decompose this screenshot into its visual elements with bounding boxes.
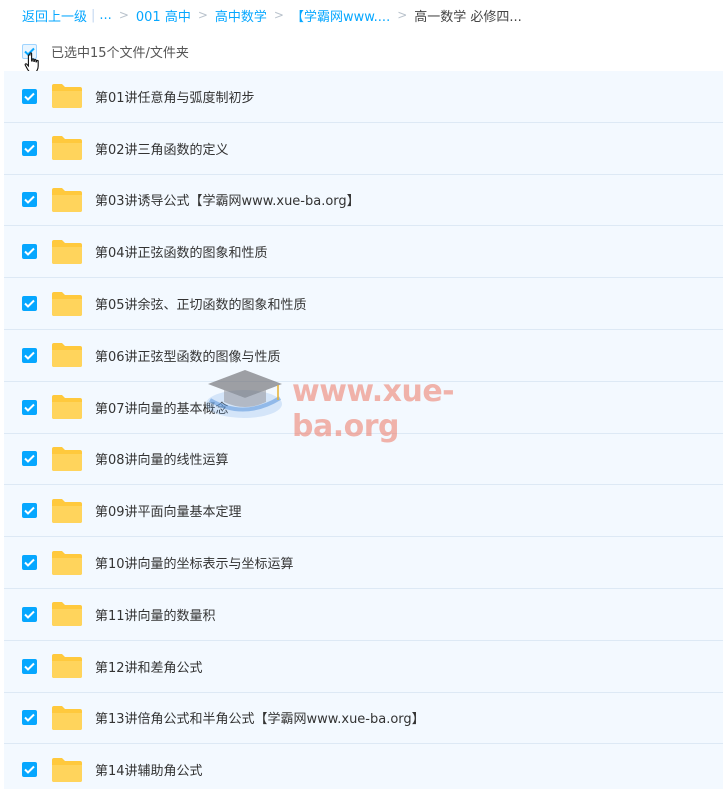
- file-name[interactable]: 第12讲和差角公式: [95, 657, 203, 676]
- folder-icon: [52, 395, 82, 420]
- folder-icon: [52, 84, 82, 109]
- row-checkbox[interactable]: [22, 762, 37, 778]
- file-row[interactable]: 第02讲三角函数的定义: [4, 122, 723, 175]
- chevron-right-icon: >: [197, 8, 208, 22]
- chevron-right-icon: >: [397, 8, 408, 22]
- breadcrumb-item-1[interactable]: 001 高中: [136, 6, 191, 25]
- file-row[interactable]: 第03讲诱导公式【学霸网www.xue-ba.org】: [4, 174, 723, 227]
- selection-bar: 已选中15个文件/文件夹: [0, 30, 723, 72]
- row-checkbox[interactable]: [22, 555, 37, 571]
- folder-icon: [52, 602, 82, 627]
- folder-icon: [52, 705, 82, 730]
- row-checkbox[interactable]: [22, 347, 37, 363]
- row-checkbox[interactable]: [22, 658, 37, 674]
- file-name[interactable]: 第07讲向量的基本概念: [95, 398, 229, 417]
- file-row[interactable]: 第12讲和差角公式: [4, 640, 723, 693]
- row-checkbox[interactable]: [22, 192, 37, 208]
- folder-icon: [52, 136, 82, 161]
- file-row[interactable]: 第01讲任意角与弧度制初步: [4, 71, 723, 123]
- row-checkbox[interactable]: [22, 140, 37, 156]
- file-name[interactable]: 第10讲向量的坐标表示与坐标运算: [95, 553, 294, 572]
- folder-icon: [52, 446, 82, 471]
- file-name[interactable]: 第11讲向量的数量积: [95, 605, 216, 624]
- file-name[interactable]: 第06讲正弦型函数的图像与性质: [95, 346, 281, 365]
- row-checkbox[interactable]: [22, 88, 37, 104]
- breadcrumb-item-2[interactable]: 高中数学: [215, 6, 267, 25]
- file-row[interactable]: 第09讲平面向量基本定理: [4, 485, 723, 538]
- file-row[interactable]: 第14讲辅助角公式: [4, 744, 723, 789]
- breadcrumb-item-3[interactable]: 【学霸网www....: [291, 6, 390, 25]
- file-name[interactable]: 第04讲正弦函数的图象和性质: [95, 242, 268, 261]
- breadcrumb-ellipsis[interactable]: ...: [99, 8, 111, 23]
- breadcrumb-current: 高一数学 必修四...: [414, 9, 522, 25]
- folder-icon: [52, 757, 82, 782]
- selection-count-label: 已选中15个文件/文件夹: [51, 45, 189, 61]
- chevron-right-icon: >: [273, 8, 284, 22]
- file-name[interactable]: 第08讲向量的线性运算: [95, 449, 229, 468]
- folder-icon: [52, 654, 82, 679]
- file-name[interactable]: 第09讲平面向量基本定理: [95, 501, 242, 520]
- folder-icon: [52, 343, 82, 368]
- row-checkbox[interactable]: [22, 606, 37, 622]
- row-checkbox[interactable]: [22, 296, 37, 312]
- breadcrumb: 返回上一级 | ... > 001 高中 > 高中数学 > 【学霸网www...…: [0, 0, 723, 30]
- file-name[interactable]: 第02讲三角函数的定义: [95, 139, 229, 158]
- folder-icon: [52, 239, 82, 264]
- file-row[interactable]: 第05讲余弦、正切函数的图象和性质: [4, 278, 723, 330]
- row-checkbox[interactable]: [22, 451, 37, 467]
- file-row[interactable]: 第08讲向量的线性运算: [4, 433, 723, 486]
- folder-icon: [52, 187, 82, 212]
- file-row[interactable]: 第06讲正弦型函数的图像与性质: [4, 329, 723, 382]
- folder-icon: [52, 291, 82, 316]
- file-name[interactable]: 第03讲诱导公式【学霸网www.xue-ba.org】: [95, 190, 360, 209]
- file-row[interactable]: 第11讲向量的数量积: [4, 588, 723, 641]
- file-list: 第01讲任意角与弧度制初步 第02讲三角函数的定义第03讲诱导公式【学霸网www.…: [4, 71, 723, 789]
- file-name[interactable]: 第01讲任意角与弧度制初步: [95, 87, 255, 106]
- row-checkbox[interactable]: [22, 244, 37, 260]
- file-row[interactable]: 第10讲向量的坐标表示与坐标运算: [4, 537, 723, 589]
- file-name[interactable]: 第05讲余弦、正切函数的图象和性质: [95, 294, 307, 313]
- row-checkbox[interactable]: [22, 503, 37, 519]
- file-name[interactable]: 第13讲倍角公式和半角公式【学霸网www.xue-ba.org】: [95, 708, 425, 727]
- file-row[interactable]: 第04讲正弦函数的图象和性质: [4, 226, 723, 279]
- folder-icon: [52, 550, 82, 575]
- folder-icon: [52, 498, 82, 523]
- file-row[interactable]: 第13讲倍角公式和半角公式【学霸网www.xue-ba.org】: [4, 692, 723, 745]
- row-checkbox[interactable]: [22, 399, 37, 415]
- file-row[interactable]: 第07讲向量的基本概念: [4, 381, 723, 434]
- back-link[interactable]: 返回上一级: [22, 6, 87, 25]
- separator: |: [91, 7, 96, 23]
- file-name[interactable]: 第14讲辅助角公式: [95, 760, 203, 779]
- row-checkbox[interactable]: [22, 710, 37, 726]
- chevron-right-icon: >: [118, 8, 129, 22]
